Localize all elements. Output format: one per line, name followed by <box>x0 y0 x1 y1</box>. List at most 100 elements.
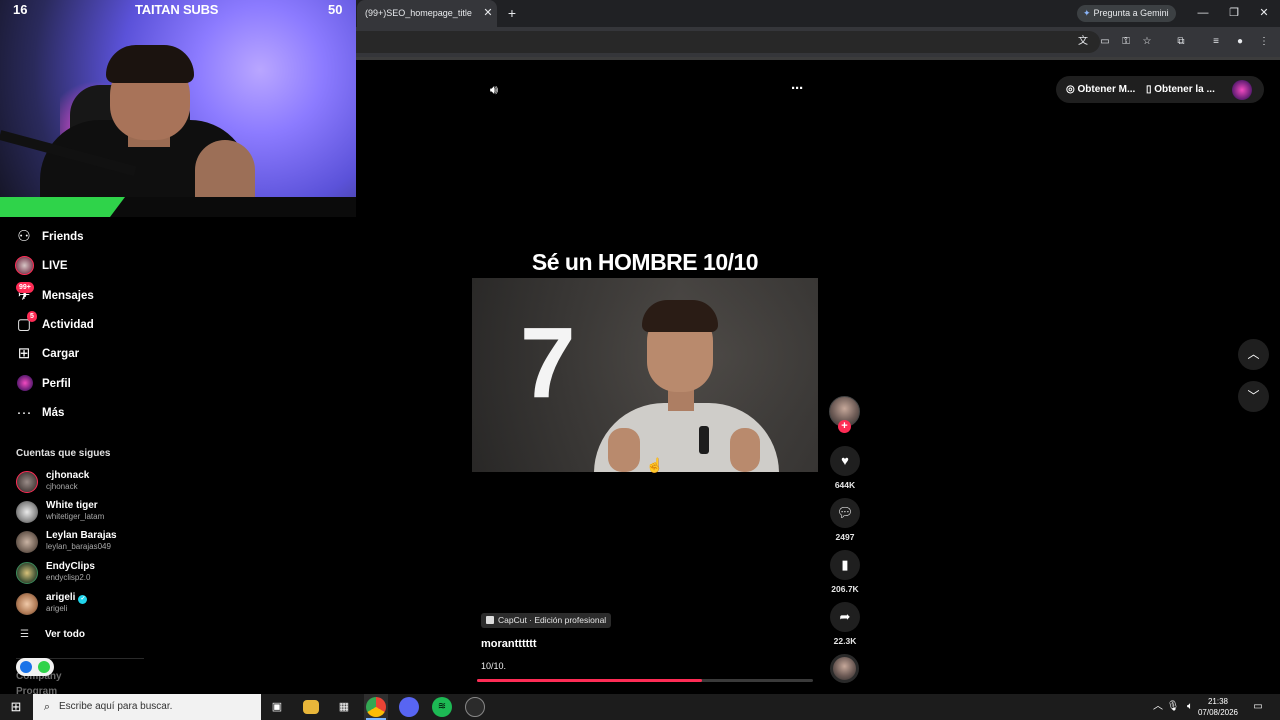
effect-tag[interactable]: CapCut · Edición profesional <box>481 613 612 628</box>
sub-goal-bar <box>0 197 356 217</box>
volume-icon[interactable]: 🔊︎ <box>484 80 504 100</box>
get-app-button[interactable]: ▯ Obtener la ... <box>1146 83 1215 96</box>
task-view-icon[interactable]: ▣ <box>267 697 287 717</box>
following-account[interactable]: Leylan Barajas leylan_barajas049 <box>16 528 166 556</box>
sub-goal-target: 50 <box>328 2 343 17</box>
close-tab-icon[interactable]: ✕ <box>481 6 495 20</box>
account-handle: endyclisp2.0 <box>46 573 91 582</box>
effect-tag-label: CapCut · Edición profesional <box>498 615 607 625</box>
bookmark-star-icon[interactable]: ☆ <box>1139 34 1155 50</box>
video-caption-title: Sé un HOMBRE 10/10 <box>531 249 759 275</box>
microphone-icon[interactable]: 🎙︎ <box>1166 700 1180 714</box>
list-icon: ☰ <box>20 629 29 640</box>
restore-window-icon[interactable]: ❐ <box>1225 5 1243 21</box>
comment-count: 2497 <box>835 532 855 542</box>
clock-date[interactable]: 07/08/2026 <box>1196 707 1240 718</box>
clock-time[interactable]: 21:38 <box>1198 696 1238 707</box>
account-name-text: arigeli <box>46 592 76 603</box>
like-button[interactable]: ♥ 644K <box>830 446 860 491</box>
minimize-window-icon[interactable]: — <box>1194 5 1212 21</box>
obs-icon[interactable] <box>465 697 485 717</box>
avatar <box>16 593 38 615</box>
account-name: Leylan Barajas <box>46 530 117 541</box>
get-coins-button[interactable]: ◎ Obtener M... <box>1066 83 1135 96</box>
comment-button[interactable]: 💬︎ 2497 <box>830 498 860 543</box>
tray-expand-chevron-icon[interactable]: ︿ <box>1151 700 1165 714</box>
sidebar-item-live[interactable]: LIVE <box>14 254 154 278</box>
browser-tab[interactable]: (99+)SEO_homepage_title <box>357 0 497 27</box>
avatar <box>16 531 38 553</box>
like-count: 644K <box>834 480 856 490</box>
avatar <box>16 562 38 584</box>
new-tab-icon[interactable]: + <box>504 5 520 21</box>
password-key-icon[interactable]: ⚿ <box>1118 34 1134 50</box>
following-account[interactable]: EndyClips endyclisp2.0 <box>16 559 166 587</box>
file-explorer-icon[interactable] <box>303 700 319 714</box>
video-description: 10/10. <box>481 661 507 671</box>
spotify-icon[interactable]: ≋ <box>432 697 452 717</box>
save-count: 206.7K <box>831 584 859 594</box>
chrome-icon[interactable] <box>366 697 386 717</box>
previous-video-chevron-up-icon[interactable]: ︿ <box>1238 339 1269 370</box>
see-all-following-link[interactable]: ☰ Ver todo <box>20 627 140 643</box>
sidebar-item-label: Friends <box>42 231 84 243</box>
more-icon: ··· <box>16 404 32 421</box>
upload-icon: ⊞ <box>17 345 31 362</box>
account-handle: leylan_barajas049 <box>46 542 111 551</box>
coin-icon: ◎ <box>1066 84 1078 95</box>
following-heading: Cuentas que sigues <box>16 448 111 459</box>
translate-icon[interactable]: 文 <box>1075 34 1091 50</box>
discord-icon[interactable] <box>399 697 419 717</box>
browser-menu-icon[interactable]: ⋮ <box>1256 34 1272 50</box>
avatar <box>16 471 38 493</box>
follow-plus-icon[interactable]: + <box>838 420 851 433</box>
search-icon: ⌕ <box>43 701 51 713</box>
following-account[interactable]: White tiger whitetiger_latam <box>16 498 166 526</box>
cast-icon[interactable]: ▭ <box>1097 34 1113 50</box>
windows-start-icon[interactable]: ⊞ <box>0 694 32 720</box>
gemini-label: Pregunta a Gemini <box>1093 8 1169 18</box>
footer-program-link[interactable]: Program <box>16 686 57 694</box>
taskbar-search-placeholder: Escribe aquí para buscar. <box>59 701 173 712</box>
comment-icon: 💬︎ <box>830 498 860 528</box>
sub-goal-title: TAITAN SUBS <box>135 2 219 17</box>
sidebar-item-label: Cargar <box>42 348 80 360</box>
profile-avatar-icon[interactable]: ● <box>1232 34 1248 50</box>
following-account[interactable]: arigeli ✓ arigeli <box>16 590 166 618</box>
sidebar-item-label: LIVE <box>42 260 68 272</box>
following-account[interactable]: cjhonack cjhonack <box>16 468 166 496</box>
more-options-icon[interactable]: ··· <box>786 80 808 100</box>
extension-blue-icon <box>20 661 32 673</box>
account-name: White tiger <box>46 500 98 511</box>
speaker-icon[interactable]: 🔈︎ <box>1183 700 1197 714</box>
sidebar-item-friends[interactable]: ⚇ Friends <box>14 225 154 249</box>
extensions-icon[interactable]: ⧉ <box>1173 34 1189 50</box>
save-button[interactable]: ▮ 206.7K <box>830 550 860 595</box>
sidebar-item-label: Actividad <box>42 319 94 331</box>
sidebar-item-profile[interactable]: Perfil <box>14 372 154 396</box>
share-count: 22.3K <box>833 636 857 646</box>
music-disc-avatar[interactable] <box>830 654 859 683</box>
notifications-icon[interactable]: ▭ <box>1251 700 1265 714</box>
reading-list-icon[interactable]: ≡ <box>1208 34 1224 50</box>
video-author[interactable]: morantttttt <box>481 637 537 651</box>
sidebar-item-upload[interactable]: ⊞ Cargar <box>14 342 154 366</box>
sidebar-item-messages[interactable]: ✈ 99+ Mensajes <box>14 282 154 308</box>
gemini-button[interactable]: ✦ Pregunta a Gemini <box>1077 5 1176 22</box>
video-progress-bar[interactable] <box>477 679 813 682</box>
user-avatar[interactable] <box>1232 80 1252 100</box>
browser-tab-title: (99+)SEO_homepage_title <box>365 8 472 18</box>
extension-widget[interactable] <box>16 658 54 676</box>
capcut-icon <box>486 616 494 624</box>
close-window-icon[interactable]: ✕ <box>1255 5 1273 21</box>
sidebar-item-more[interactable]: ··· Más <box>14 401 154 425</box>
microsoft-store-icon[interactable]: ▦ <box>334 697 354 717</box>
verified-badge-icon: ✓ <box>78 595 88 604</box>
video-player[interactable]: 7 <box>472 278 818 472</box>
share-arrow-icon: ➦ <box>830 602 860 632</box>
next-video-chevron-down-icon[interactable]: ﹀ <box>1238 381 1269 412</box>
sidebar-item-label: Mensajes <box>42 290 94 302</box>
share-button[interactable]: ➦ 22.3K <box>830 602 860 647</box>
sidebar-item-activity[interactable]: ▢ 5 Actividad <box>14 311 154 337</box>
address-bar[interactable] <box>300 31 1100 53</box>
